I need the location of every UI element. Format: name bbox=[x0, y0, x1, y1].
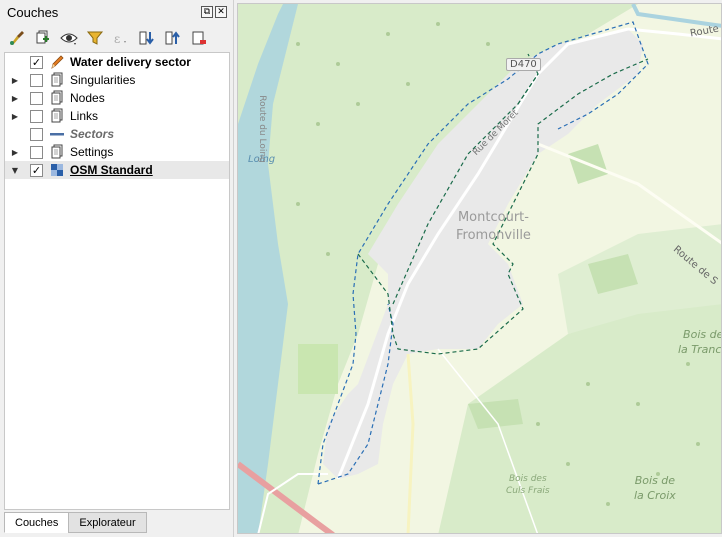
expand-arrow-icon[interactable] bbox=[9, 125, 21, 143]
add-group-icon[interactable] bbox=[32, 27, 54, 49]
layer-label: Singularities bbox=[70, 73, 136, 87]
layer-label: Links bbox=[70, 109, 99, 123]
visibility-icon[interactable] bbox=[58, 27, 80, 49]
layer-visibility-checkbox[interactable] bbox=[30, 91, 43, 105]
panel-tabs: Couches Explorateur bbox=[4, 512, 147, 534]
remove-layer-icon[interactable] bbox=[188, 27, 210, 49]
svg-text:ε: ε bbox=[114, 32, 120, 46]
layer-label: Sectors bbox=[70, 127, 115, 141]
layer-row[interactable]: ▶ Links bbox=[5, 107, 229, 125]
tab-couches[interactable]: Couches bbox=[4, 512, 70, 533]
expand-arrow-icon[interactable]: ▶ bbox=[9, 89, 21, 107]
collapse-all-icon[interactable] bbox=[162, 27, 184, 49]
layer-label: Water delivery sector bbox=[70, 55, 191, 69]
map-canvas[interactable]: D470 Montcourt- Fromonville Route Route … bbox=[237, 3, 722, 534]
close-panel-icon[interactable]: ✕ bbox=[215, 6, 227, 18]
layer-row[interactable]: ▼ ✓ OSM Standard bbox=[5, 161, 229, 179]
expand-arrow-icon[interactable]: ▶ bbox=[9, 107, 21, 125]
layer-row[interactable]: ✓ Water delivery sector bbox=[5, 53, 229, 71]
expand-arrow-icon[interactable]: ▶ bbox=[9, 71, 21, 89]
group-icon bbox=[49, 108, 65, 124]
layer-label: Nodes bbox=[70, 91, 105, 105]
expand-arrow-icon[interactable]: ▶ bbox=[9, 143, 21, 161]
layer-visibility-checkbox[interactable] bbox=[30, 127, 43, 141]
layer-tree: ✓ Water delivery sector ▶ Singularities ▶ Nod… bbox=[4, 52, 230, 510]
float-panel-icon[interactable]: ⧉ bbox=[201, 6, 213, 18]
layer-label: OSM Standard bbox=[70, 163, 153, 177]
meadow-patch bbox=[298, 344, 338, 394]
layer-visibility-checkbox[interactable]: ✓ bbox=[30, 55, 43, 69]
layers-toolbar: ε bbox=[6, 26, 210, 50]
layer-visibility-checkbox[interactable]: ✓ bbox=[30, 163, 43, 177]
tab-explorateur[interactable]: Explorateur bbox=[68, 512, 147, 533]
group-icon bbox=[49, 144, 65, 160]
raster-icon bbox=[49, 162, 65, 178]
layer-row[interactable]: ▶ Settings bbox=[5, 143, 229, 161]
pencil-icon bbox=[49, 54, 65, 70]
layer-visibility-checkbox[interactable] bbox=[30, 145, 43, 159]
collapse-arrow-icon[interactable]: ▼ bbox=[9, 161, 21, 179]
qgis-window: Couches ⧉ ✕ ε ✓ Water delivery sector ▶ … bbox=[0, 0, 722, 537]
layer-visibility-checkbox[interactable] bbox=[30, 73, 43, 87]
panel-title: Couches bbox=[7, 5, 59, 20]
layer-visibility-checkbox[interactable] bbox=[30, 109, 43, 123]
forest-patch bbox=[468, 399, 523, 429]
map-svg bbox=[238, 4, 721, 533]
filter-legend-icon[interactable] bbox=[84, 27, 106, 49]
layers-panel: Couches ⧉ ✕ ε ✓ Water delivery sector ▶ … bbox=[0, 0, 234, 537]
layer-label: Settings bbox=[70, 145, 114, 159]
filter-expression-icon[interactable]: ε bbox=[110, 27, 132, 49]
line-icon bbox=[49, 126, 65, 142]
layer-row[interactable]: Sectors bbox=[5, 125, 229, 143]
style-manager-icon[interactable] bbox=[6, 27, 28, 49]
group-icon bbox=[49, 90, 65, 106]
layer-row[interactable]: ▶ Singularities bbox=[5, 71, 229, 89]
expand-all-icon[interactable] bbox=[136, 27, 158, 49]
layer-row[interactable]: ▶ Nodes bbox=[5, 89, 229, 107]
group-icon bbox=[49, 72, 65, 88]
panel-controls: ⧉ ✕ bbox=[201, 6, 227, 18]
expand-arrow-icon[interactable] bbox=[9, 53, 21, 71]
